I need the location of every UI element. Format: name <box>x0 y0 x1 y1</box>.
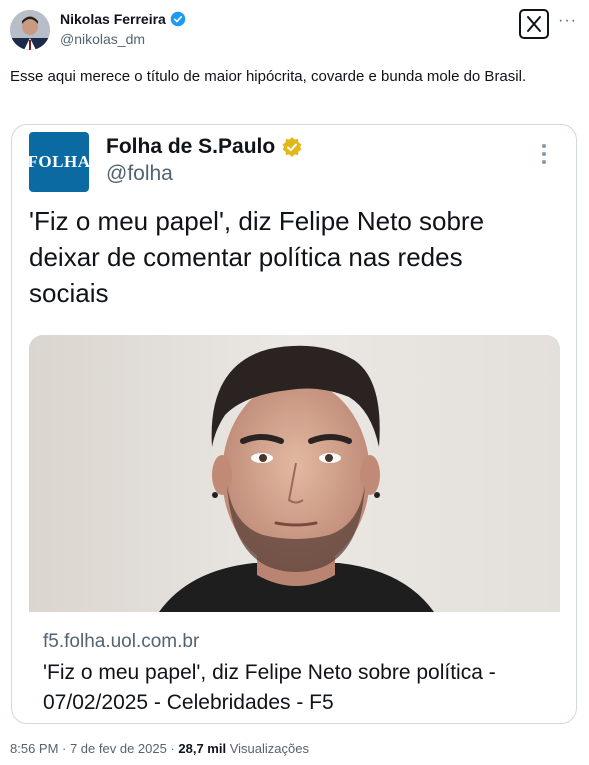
portrait-photo <box>29 335 560 612</box>
link-domain[interactable]: f5.folha.uol.com.br <box>43 631 199 653</box>
x-logo-icon[interactable] <box>519 9 549 39</box>
verified-badge-icon <box>170 11 186 27</box>
avatar-image <box>10 10 50 50</box>
tweet-meta: 8:56 PM · 7 de fev de 2025 · 28,7 mil Vi… <box>10 741 309 756</box>
quoted-author-name-text: Folha de S.Paulo <box>106 135 276 158</box>
quoted-tweet-text: 'Fiz o meu papel', diz Felipe Neto sobre… <box>29 206 485 308</box>
author-avatar[interactable] <box>10 10 50 50</box>
author-handle[interactable]: @nikolas_dm <box>60 31 145 47</box>
link-preview-image[interactable] <box>29 335 560 612</box>
author-name-text: Nikolas Ferreira <box>60 11 166 27</box>
views-count: 28,7 mil <box>178 741 227 756</box>
quoted-author-name[interactable]: Folha de S.Paulo <box>106 135 303 159</box>
author-name[interactable]: Nikolas Ferreira <box>60 11 186 27</box>
link-title[interactable]: 'Fiz o meu papel', diz Felipe Neto sobre… <box>43 658 553 718</box>
quoted-author-handle[interactable]: @folha <box>106 162 173 186</box>
views-label: Visualizações <box>226 741 309 756</box>
folha-avatar[interactable]: FOLHA <box>27 132 91 192</box>
tweet-timestamp[interactable]: 8:56 PM · 7 de fev de 2025 · <box>10 741 178 756</box>
quoted-more-options-icon[interactable] <box>541 144 547 164</box>
tweet-text: Esse aqui merece o título de maior hipóc… <box>10 68 527 85</box>
folha-logo-text: FOLHA <box>27 152 91 171</box>
more-options-icon[interactable]: ··· <box>558 12 577 30</box>
gold-verified-badge-icon <box>282 137 302 157</box>
